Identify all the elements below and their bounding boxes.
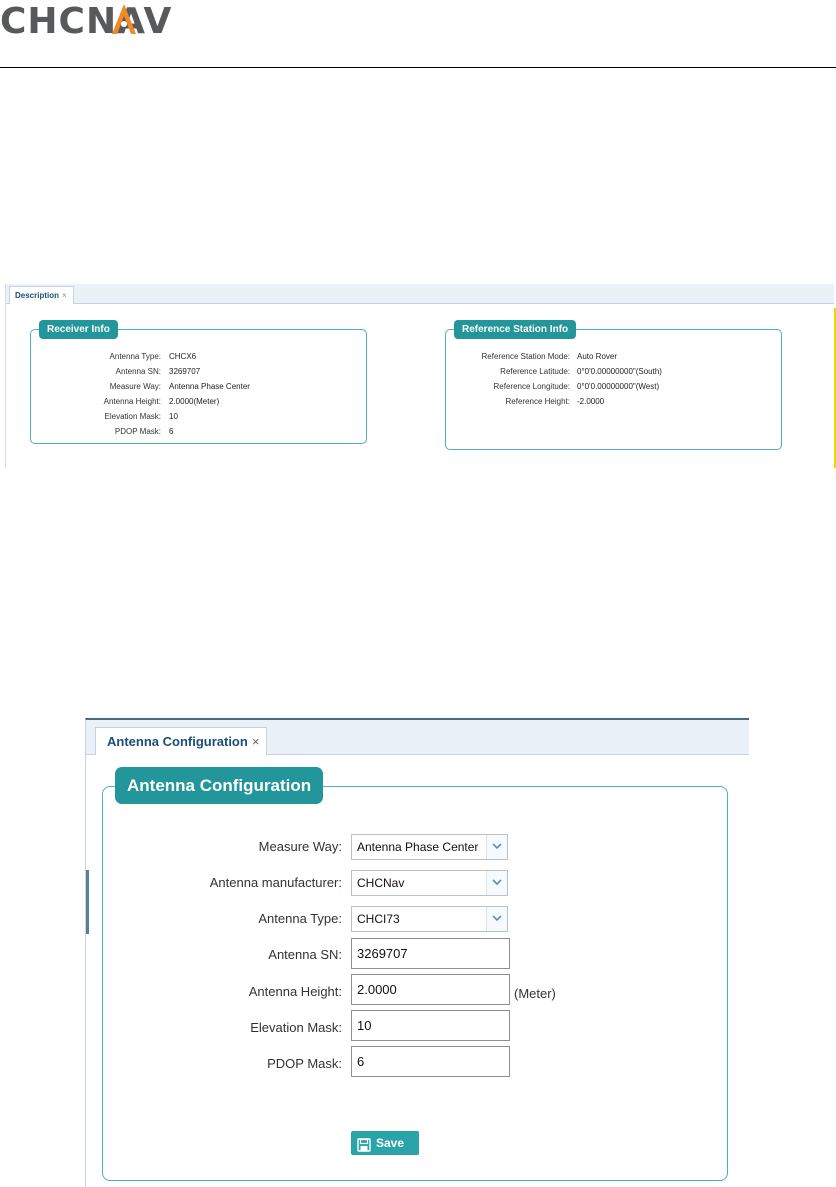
- measure-way-row: Measure Way:: [86, 833, 342, 861]
- row-label: Reference Longitude:: [493, 382, 571, 391]
- reference-station-info-panel: Reference Station Info Reference Station…: [445, 320, 782, 450]
- antenna-sn-value: 3269707: [357, 946, 408, 961]
- info-row: Measure Way:: [31, 379, 161, 394]
- receiver-info-panel: Receiver Info Antenna Type: CHCX6 Antenn…: [30, 320, 367, 444]
- measure-way-select[interactable]: Antenna Phase Center: [351, 834, 508, 860]
- chcnav-logo: CHCNAV: [0, 0, 180, 42]
- info-row: Reference Longitude:: [446, 379, 571, 394]
- antenna-type-value: CHCI73: [357, 912, 400, 926]
- antenna-type-row: Antenna Type:: [86, 905, 342, 933]
- elevation-mask-label: Elevation Mask:: [250, 1020, 342, 1035]
- antenna-type-select[interactable]: CHCI73: [351, 906, 508, 932]
- row-label: PDOP Mask:: [114, 427, 161, 436]
- measure-way-value: Antenna Phase Center: [357, 840, 479, 854]
- tab-description[interactable]: Description ×: [9, 286, 74, 304]
- tab-label: Description: [15, 291, 60, 300]
- elevation-mask-value: 10: [357, 1018, 372, 1033]
- elevation-mask-row: Elevation Mask:: [86, 1014, 342, 1042]
- row-label: Antenna SN:: [115, 367, 161, 376]
- antenna-height-input[interactable]: 2.0000: [351, 974, 510, 1005]
- antenna-configuration-screenshot: Antenna Configuration × Antenna Configura…: [85, 718, 749, 1187]
- info-row: Reference Station Mode:: [446, 349, 571, 364]
- row-label: Reference Station Mode:: [481, 352, 571, 361]
- tab-antenna-configuration[interactable]: Antenna Configuration ×: [95, 727, 268, 755]
- manufacturer-row: Antenna manufacturer:: [86, 869, 342, 897]
- row-label: Elevation Mask:: [104, 412, 161, 421]
- chevron-down-icon[interactable]: [486, 907, 507, 931]
- manufacturer-value: CHCNav: [357, 876, 405, 890]
- antenna-type-label: Antenna Type:: [258, 911, 342, 926]
- manufacturer-select[interactable]: CHCNav: [351, 870, 508, 896]
- antenna-sn-label: Antenna SN:: [268, 947, 342, 962]
- info-value: 0°0'0.00000000"(South): [577, 367, 662, 376]
- panel-title: Antenna Configuration: [115, 767, 324, 804]
- row-label: Reference Height:: [505, 397, 570, 406]
- floppy-disk-icon: [357, 1136, 371, 1160]
- info-row: Reference Height:: [446, 394, 570, 409]
- tab-label: Antenna Configuration: [107, 734, 248, 749]
- info-value: -2.0000: [577, 397, 605, 406]
- info-value: Auto Rover: [577, 352, 618, 361]
- chevron-down-icon[interactable]: [486, 871, 507, 895]
- header-divider: [0, 67, 836, 68]
- info-value: Antenna Phase Center: [169, 382, 250, 391]
- pdop-mask-input[interactable]: 6: [351, 1046, 510, 1077]
- info-row: Elevation Mask:: [31, 409, 161, 424]
- pdop-mask-value: 6: [357, 1054, 365, 1069]
- antenna-sn-input[interactable]: 3269707: [351, 938, 510, 969]
- info-value: 3269707: [169, 367, 201, 376]
- info-value: 10: [169, 412, 178, 421]
- info-value: 2.0000(Meter): [169, 397, 220, 406]
- info-row: Antenna Height:: [31, 394, 161, 409]
- manufacturer-label: Antenna manufacturer:: [209, 875, 342, 890]
- antenna-height-label: Antenna Height:: [248, 984, 342, 999]
- tab-bar: Antenna Configuration ×: [86, 720, 749, 755]
- pdop-mask-row: PDOP Mask:: [86, 1050, 342, 1078]
- panel-title: Receiver Info: [39, 320, 118, 339]
- row-label: Measure Way:: [109, 382, 161, 391]
- info-row: PDOP Mask:: [31, 424, 161, 439]
- pdop-mask-label: PDOP Mask:: [267, 1056, 342, 1071]
- row-label: Antenna Height:: [103, 397, 161, 406]
- antenna-sn-row: Antenna SN:: [86, 941, 342, 969]
- info-row: Antenna SN:: [31, 364, 161, 379]
- info-value: 0°0'0.00000000"(West): [577, 382, 660, 391]
- antenna-height-row: Antenna Height:: [86, 978, 342, 1006]
- save-button-label: Save: [376, 1136, 405, 1150]
- chevron-down-icon[interactable]: [486, 835, 507, 859]
- save-button[interactable]: Save: [351, 1131, 419, 1155]
- logo-wordmark: CHCNAV: [0, 1, 172, 40]
- description-screenshot: Description × Receiver Info Antenna Type:…: [5, 284, 836, 468]
- measure-way-label: Measure Way:: [258, 839, 342, 854]
- elevation-mask-input[interactable]: 10: [351, 1010, 510, 1041]
- close-icon[interactable]: ×: [62, 291, 67, 300]
- antenna-height-value: 2.0000: [357, 982, 397, 997]
- tab-bar: Description ×: [6, 284, 834, 304]
- antenna-height-unit: (Meter): [514, 986, 556, 1001]
- row-label: Reference Latitude:: [500, 367, 570, 376]
- info-value: CHCX6: [169, 352, 197, 361]
- close-icon[interactable]: ×: [252, 734, 260, 749]
- info-row: Reference Latitude:: [446, 364, 570, 379]
- info-value: 6: [169, 427, 174, 436]
- info-row: Antenna Type:: [31, 349, 161, 364]
- panel-title: Reference Station Info: [454, 320, 577, 339]
- row-label: Antenna Type:: [109, 352, 161, 361]
